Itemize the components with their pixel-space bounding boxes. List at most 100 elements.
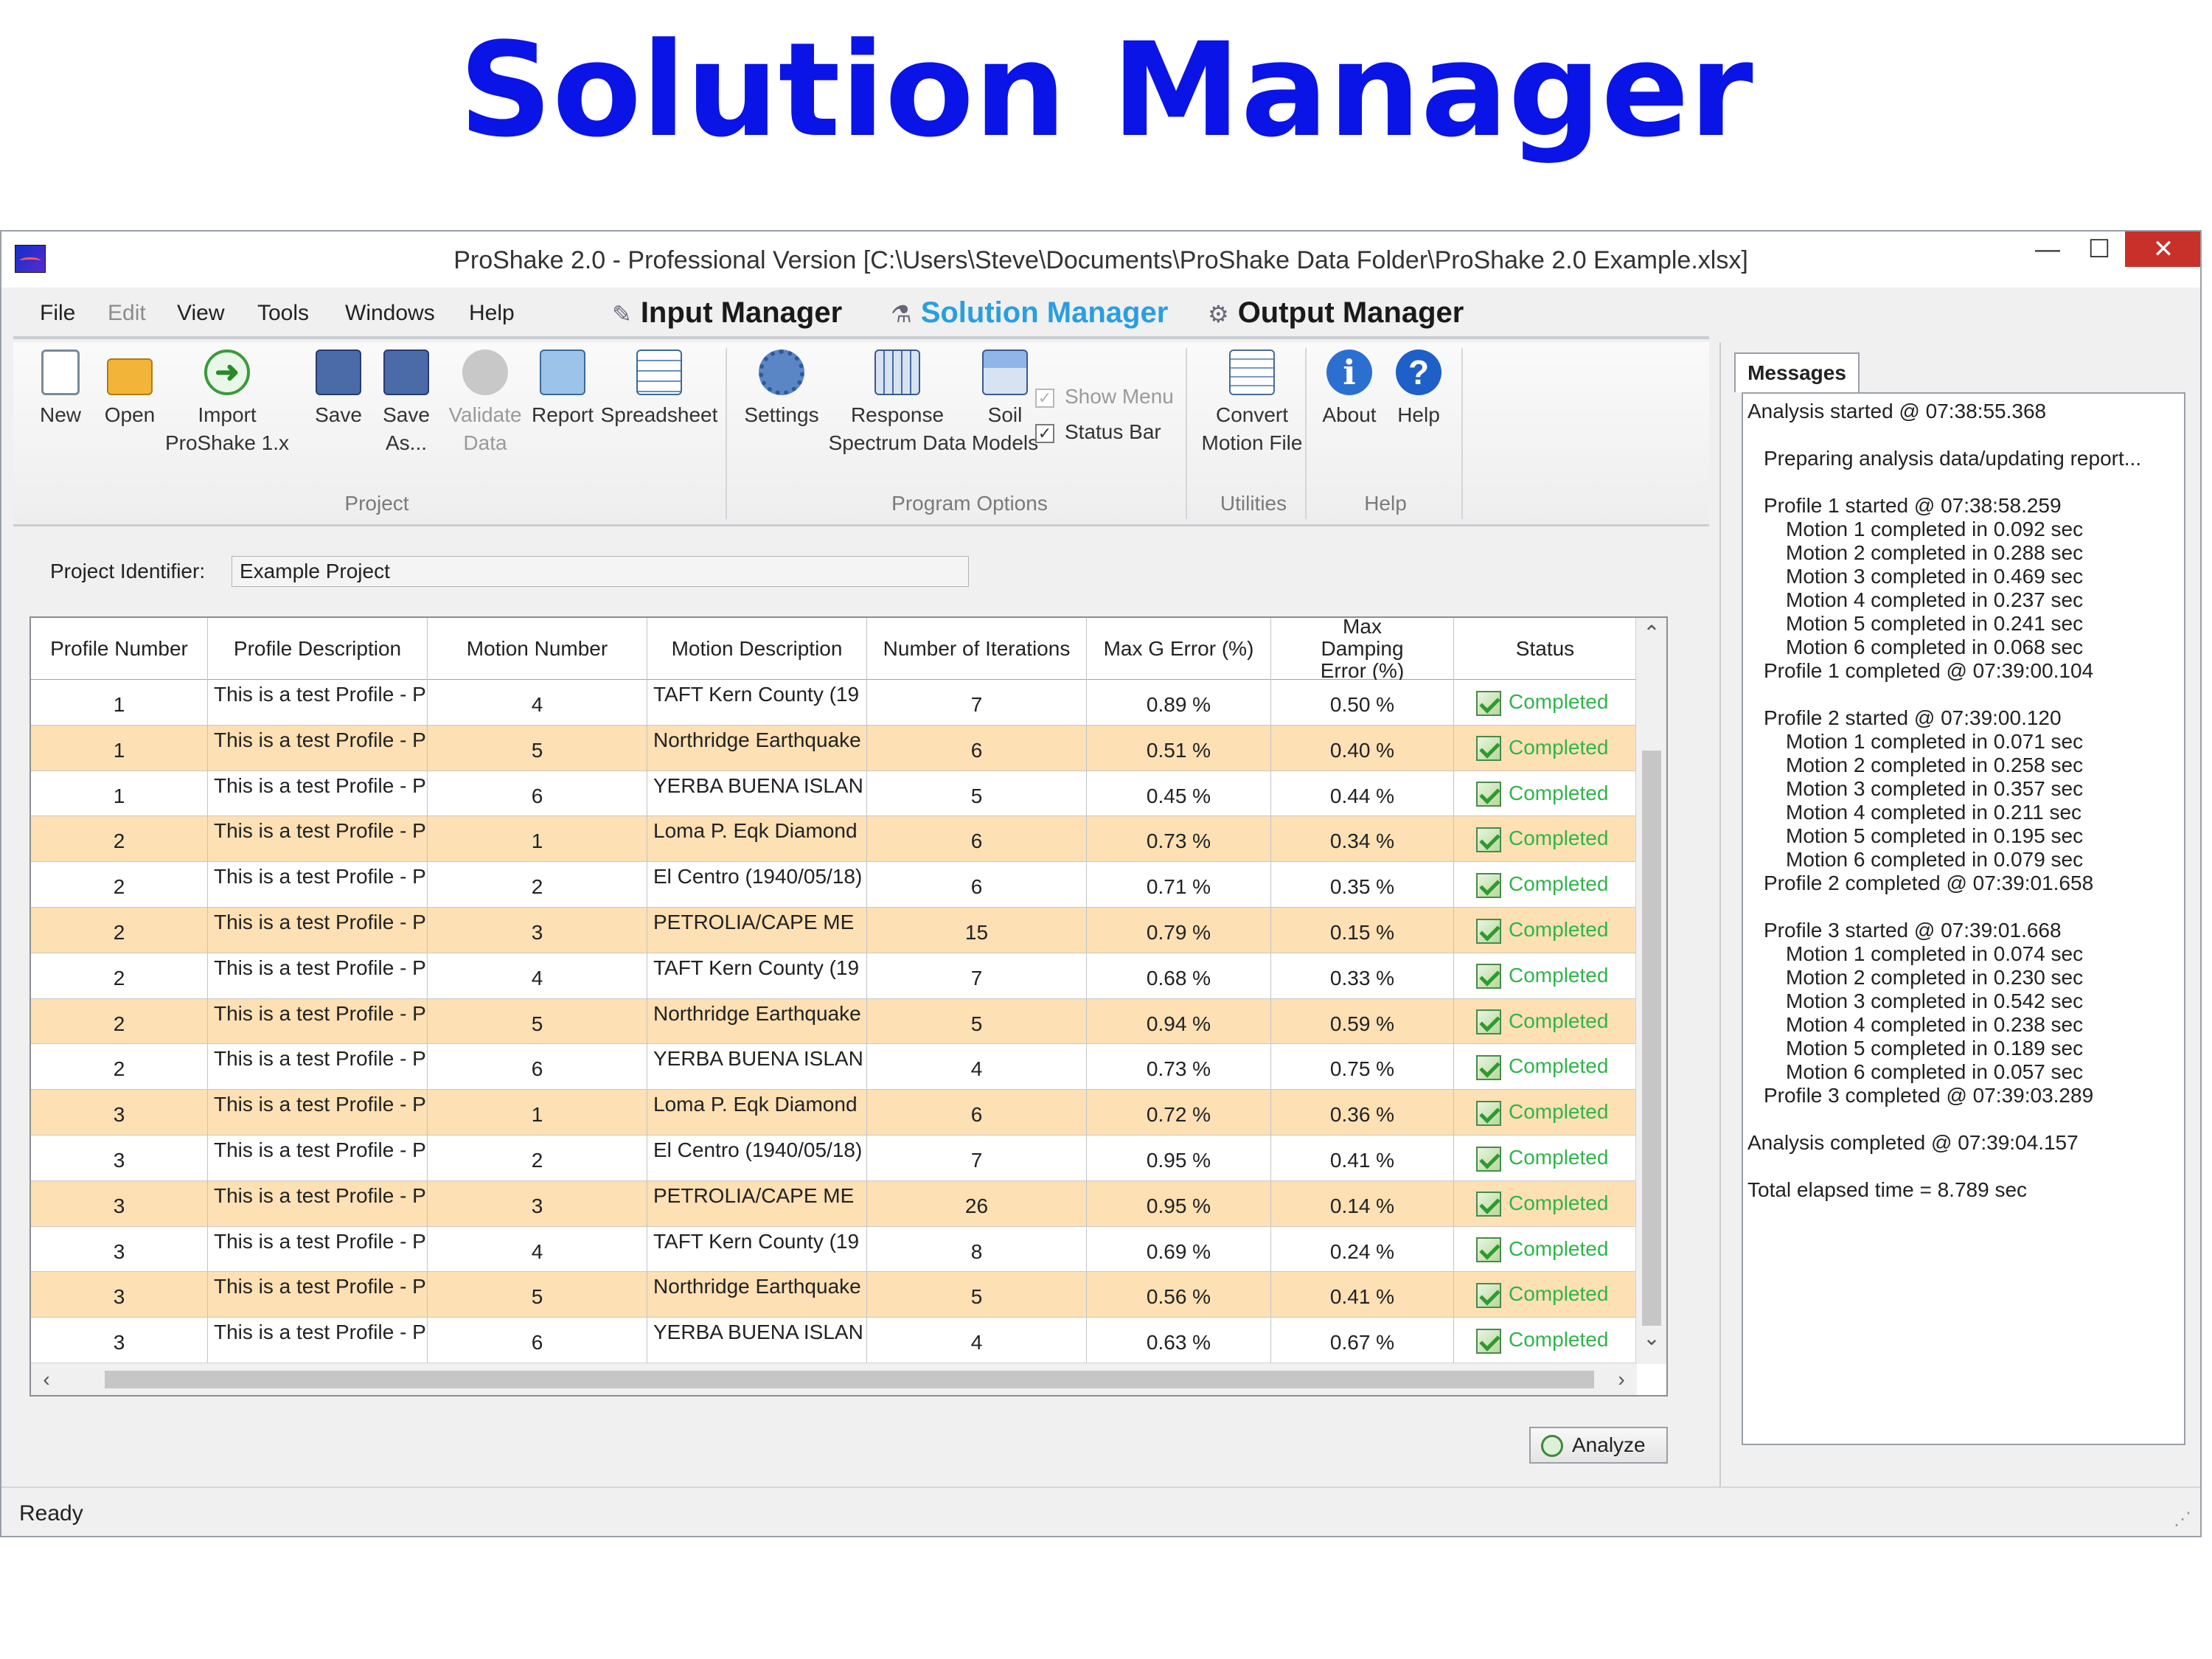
table-row[interactable]: 3 This is a test Profile - P 3 PETROLIA/CAP… [31,1180,1637,1227]
response-spectrum-button[interactable]: Response Spectrum Data [820,349,975,457]
cell-motion-description[interactable]: YERBA BUENA ISLAN [647,1044,867,1090]
table-row[interactable]: 3 This is a test Profile - P 4 TAFT Kern Co… [31,1226,1637,1273]
cell-profile-number[interactable]: 3 [31,1272,208,1318]
table-row[interactable]: 3 This is a test Profile - P 5 Northridge E… [31,1272,1637,1318]
save-as-button[interactable]: Save As... [373,349,439,457]
menu-help[interactable]: Help [469,301,515,326]
cell-status[interactable]: Completed [1454,1180,1637,1226]
status-bar-checkbox[interactable]: ✓ Status Bar [1035,420,1161,444]
cell-motion-number[interactable]: 3 [428,1180,647,1226]
menu-windows[interactable]: Windows [345,301,435,326]
resize-grip-icon[interactable]: ⋰ [2174,1509,2191,1530]
scroll-up-arrow-icon[interactable]: ⌃ [1636,621,1666,645]
cell-max-damping-error[interactable]: 0.50 % [1271,680,1454,725]
cell-profile-number[interactable]: 3 [31,1318,208,1363]
cell-max-damping-error[interactable]: 0.44 % [1271,771,1454,816]
cell-max-g-error[interactable]: 0.72 % [1087,1090,1271,1135]
cell-max-damping-error[interactable]: 0.14 % [1271,1180,1454,1226]
cell-profile-number[interactable]: 3 [31,1135,208,1180]
cell-profile-number[interactable]: 1 [31,725,208,771]
tab-solution-manager[interactable]: ⚗ Solution Manager [891,296,1168,330]
table-row[interactable]: 2 This is a test Profile - P 5 Northridge E… [31,998,1637,1045]
cell-max-g-error[interactable]: 0.69 % [1087,1226,1271,1272]
cell-motion-number[interactable]: 6 [428,1044,647,1090]
cell-profile-description[interactable]: This is a test Profile - P [208,1272,428,1318]
close-button[interactable]: ✕ [2125,232,2200,267]
cell-iterations[interactable]: 7 [867,953,1087,998]
cell-max-g-error[interactable]: 0.56 % [1087,1272,1271,1318]
scroll-left-arrow-icon[interactable]: ‹ [31,1368,62,1391]
cell-iterations[interactable]: 4 [867,1318,1087,1363]
cell-motion-description[interactable]: Loma P. Eqk Diamond [647,1090,867,1135]
cell-motion-description[interactable]: PETROLIA/CAPE ME [647,907,867,953]
cell-iterations[interactable]: 6 [867,816,1087,862]
analyze-button[interactable]: Analyze [1529,1427,1668,1464]
cell-status[interactable]: Completed [1454,771,1637,816]
cell-profile-description[interactable]: This is a test Profile - P [208,953,428,998]
cell-profile-number[interactable]: 1 [31,771,208,816]
column-header-max-damping-error[interactable]: Max Damping Error (%) [1271,618,1454,682]
cell-max-damping-error[interactable]: 0.59 % [1271,998,1454,1044]
cell-profile-description[interactable]: This is a test Profile - P [208,1135,428,1180]
cell-profile-description[interactable]: This is a test Profile - P [208,998,428,1044]
cell-iterations[interactable]: 5 [867,1272,1087,1318]
cell-motion-number[interactable]: 5 [428,1272,647,1318]
open-button[interactable]: Open [93,349,167,429]
cell-status[interactable]: Completed [1454,862,1637,907]
cell-status[interactable]: Completed [1454,1044,1637,1090]
cell-max-damping-error[interactable]: 0.67 % [1271,1318,1454,1363]
cell-profile-number[interactable]: 2 [31,816,208,862]
scroll-right-arrow-icon[interactable]: › [1606,1368,1637,1391]
column-header-profile-number[interactable]: Profile Number [31,618,208,680]
cell-motion-description[interactable]: TAFT Kern County (19 [647,953,867,998]
cell-status[interactable]: Completed [1454,816,1637,862]
cell-max-g-error[interactable]: 0.79 % [1087,907,1271,953]
cell-max-damping-error[interactable]: 0.15 % [1271,907,1454,953]
cell-profile-number[interactable]: 3 [31,1180,208,1226]
cell-motion-number[interactable]: 4 [428,680,647,725]
cell-iterations[interactable]: 6 [867,725,1087,771]
menu-view[interactable]: View [177,301,224,326]
cell-motion-number[interactable]: 4 [428,1226,647,1272]
cell-max-g-error[interactable]: 0.95 % [1087,1135,1271,1180]
cell-max-g-error[interactable]: 0.94 % [1087,998,1271,1044]
cell-status[interactable]: Completed [1454,725,1637,771]
cell-iterations[interactable]: 15 [867,907,1087,953]
cell-max-g-error[interactable]: 0.68 % [1087,953,1271,998]
cell-profile-number[interactable]: 2 [31,907,208,953]
new-button[interactable]: New [24,349,97,429]
cell-motion-number[interactable]: 6 [428,771,647,816]
cell-motion-number[interactable]: 2 [428,1135,647,1180]
cell-motion-number[interactable]: 4 [428,953,647,998]
cell-max-g-error[interactable]: 0.73 % [1087,816,1271,862]
table-row[interactable]: 2 This is a test Profile - P 1 Loma P. Eqk … [31,816,1637,863]
cell-max-damping-error[interactable]: 0.75 % [1271,1044,1454,1090]
cell-profile-description[interactable]: This is a test Profile - P [208,680,428,725]
cell-motion-description[interactable]: Northridge Earthquake [647,1272,867,1318]
cell-profile-number[interactable]: 3 [31,1226,208,1272]
vertical-scrollbar[interactable]: ⌃ ⌄ [1635,618,1666,1364]
cell-max-g-error[interactable]: 0.73 % [1087,1044,1271,1090]
cell-max-g-error[interactable]: 0.45 % [1087,771,1271,816]
cell-status[interactable]: Completed [1454,680,1637,725]
cell-profile-number[interactable]: 2 [31,862,208,907]
cell-profile-description[interactable]: This is a test Profile - P [208,1090,428,1135]
cell-motion-number[interactable]: 3 [428,907,647,953]
maximize-button[interactable]: ☐ [2073,232,2125,267]
cell-max-damping-error[interactable]: 0.35 % [1271,862,1454,907]
cell-profile-description[interactable]: This is a test Profile - P [208,1226,428,1272]
cell-iterations[interactable]: 7 [867,1135,1087,1180]
cell-motion-description[interactable]: El Centro (1940/05/18) [647,862,867,907]
menu-edit[interactable]: Edit [108,301,146,326]
cell-max-g-error[interactable]: 0.63 % [1087,1318,1271,1363]
table-row[interactable]: 1 This is a test Profile - P 5 Northridge E… [31,725,1637,771]
cell-motion-description[interactable]: Northridge Earthquake [647,725,867,771]
cell-profile-number[interactable]: 2 [31,953,208,998]
cell-profile-description[interactable]: This is a test Profile - P [208,1318,428,1363]
spreadsheet-button[interactable]: Spreadsheet [600,349,718,429]
table-row[interactable]: 2 This is a test Profile - P 3 PETROLIA/CAP… [31,907,1637,953]
table-row[interactable]: 3 This is a test Profile - P 2 El Centro (1… [31,1135,1637,1181]
scroll-down-arrow-icon[interactable]: ⌄ [1636,1326,1666,1350]
cell-profile-description[interactable]: This is a test Profile - P [208,725,428,771]
cell-max-damping-error[interactable]: 0.36 % [1271,1090,1454,1135]
